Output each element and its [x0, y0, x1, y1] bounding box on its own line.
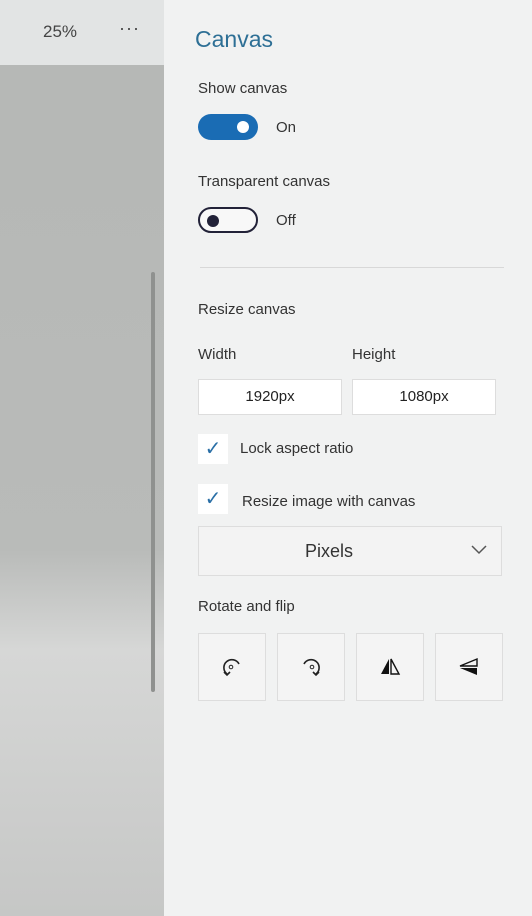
resize-canvas-label: Resize canvas — [198, 301, 296, 318]
height-label: Height — [352, 346, 396, 363]
rotate-flip-label: Rotate and flip — [198, 598, 295, 615]
canvas-area: 25% ··· — [0, 0, 164, 916]
more-options-button[interactable]: ··· — [119, 18, 140, 39]
transparent-canvas-state: Off — [276, 212, 296, 229]
width-input[interactable]: 1920px — [198, 379, 342, 415]
chevron-down-icon — [471, 545, 487, 555]
show-canvas-toggle[interactable] — [198, 114, 258, 140]
scrollbar[interactable] — [151, 272, 155, 692]
flip-horizontal-icon — [381, 658, 401, 675]
rotate-left-icon — [223, 658, 240, 677]
resize-image-checkbox[interactable]: ✓ — [198, 484, 228, 514]
transparent-canvas-toggle[interactable] — [198, 207, 258, 233]
unit-value: Pixels — [304, 541, 353, 561]
lock-aspect-label: Lock aspect ratio — [240, 440, 354, 457]
checkmark-icon: ✓ — [204, 488, 222, 510]
rotate-right-icon — [303, 658, 320, 677]
height-input[interactable]: 1080px — [352, 379, 496, 415]
width-label: Width — [198, 346, 237, 363]
panel-title: Canvas — [195, 26, 273, 52]
flip-vertical-button[interactable] — [435, 633, 503, 701]
show-canvas-state: On — [276, 119, 297, 136]
flip-vertical-icon — [459, 657, 478, 675]
checkmark-icon: ✓ — [204, 438, 222, 460]
lock-aspect-checkbox[interactable]: ✓ — [198, 434, 228, 464]
unit-dropdown[interactable]: Pixels — [198, 526, 502, 576]
rotate-right-button[interactable] — [277, 633, 345, 701]
resize-image-label: Resize image with canvas — [242, 493, 416, 510]
flip-horizontal-button[interactable] — [356, 633, 424, 701]
rotate-left-button[interactable] — [198, 633, 266, 701]
show-canvas-label: Show canvas — [198, 80, 288, 97]
divider — [200, 267, 504, 268]
canvas-panel: Canvas Show canvas On Transparent canvas… — [164, 0, 532, 916]
zoom-level[interactable]: 25% — [43, 22, 77, 42]
toolbar: 25% ··· — [0, 0, 164, 65]
transparent-canvas-label: Transparent canvas — [198, 173, 331, 190]
